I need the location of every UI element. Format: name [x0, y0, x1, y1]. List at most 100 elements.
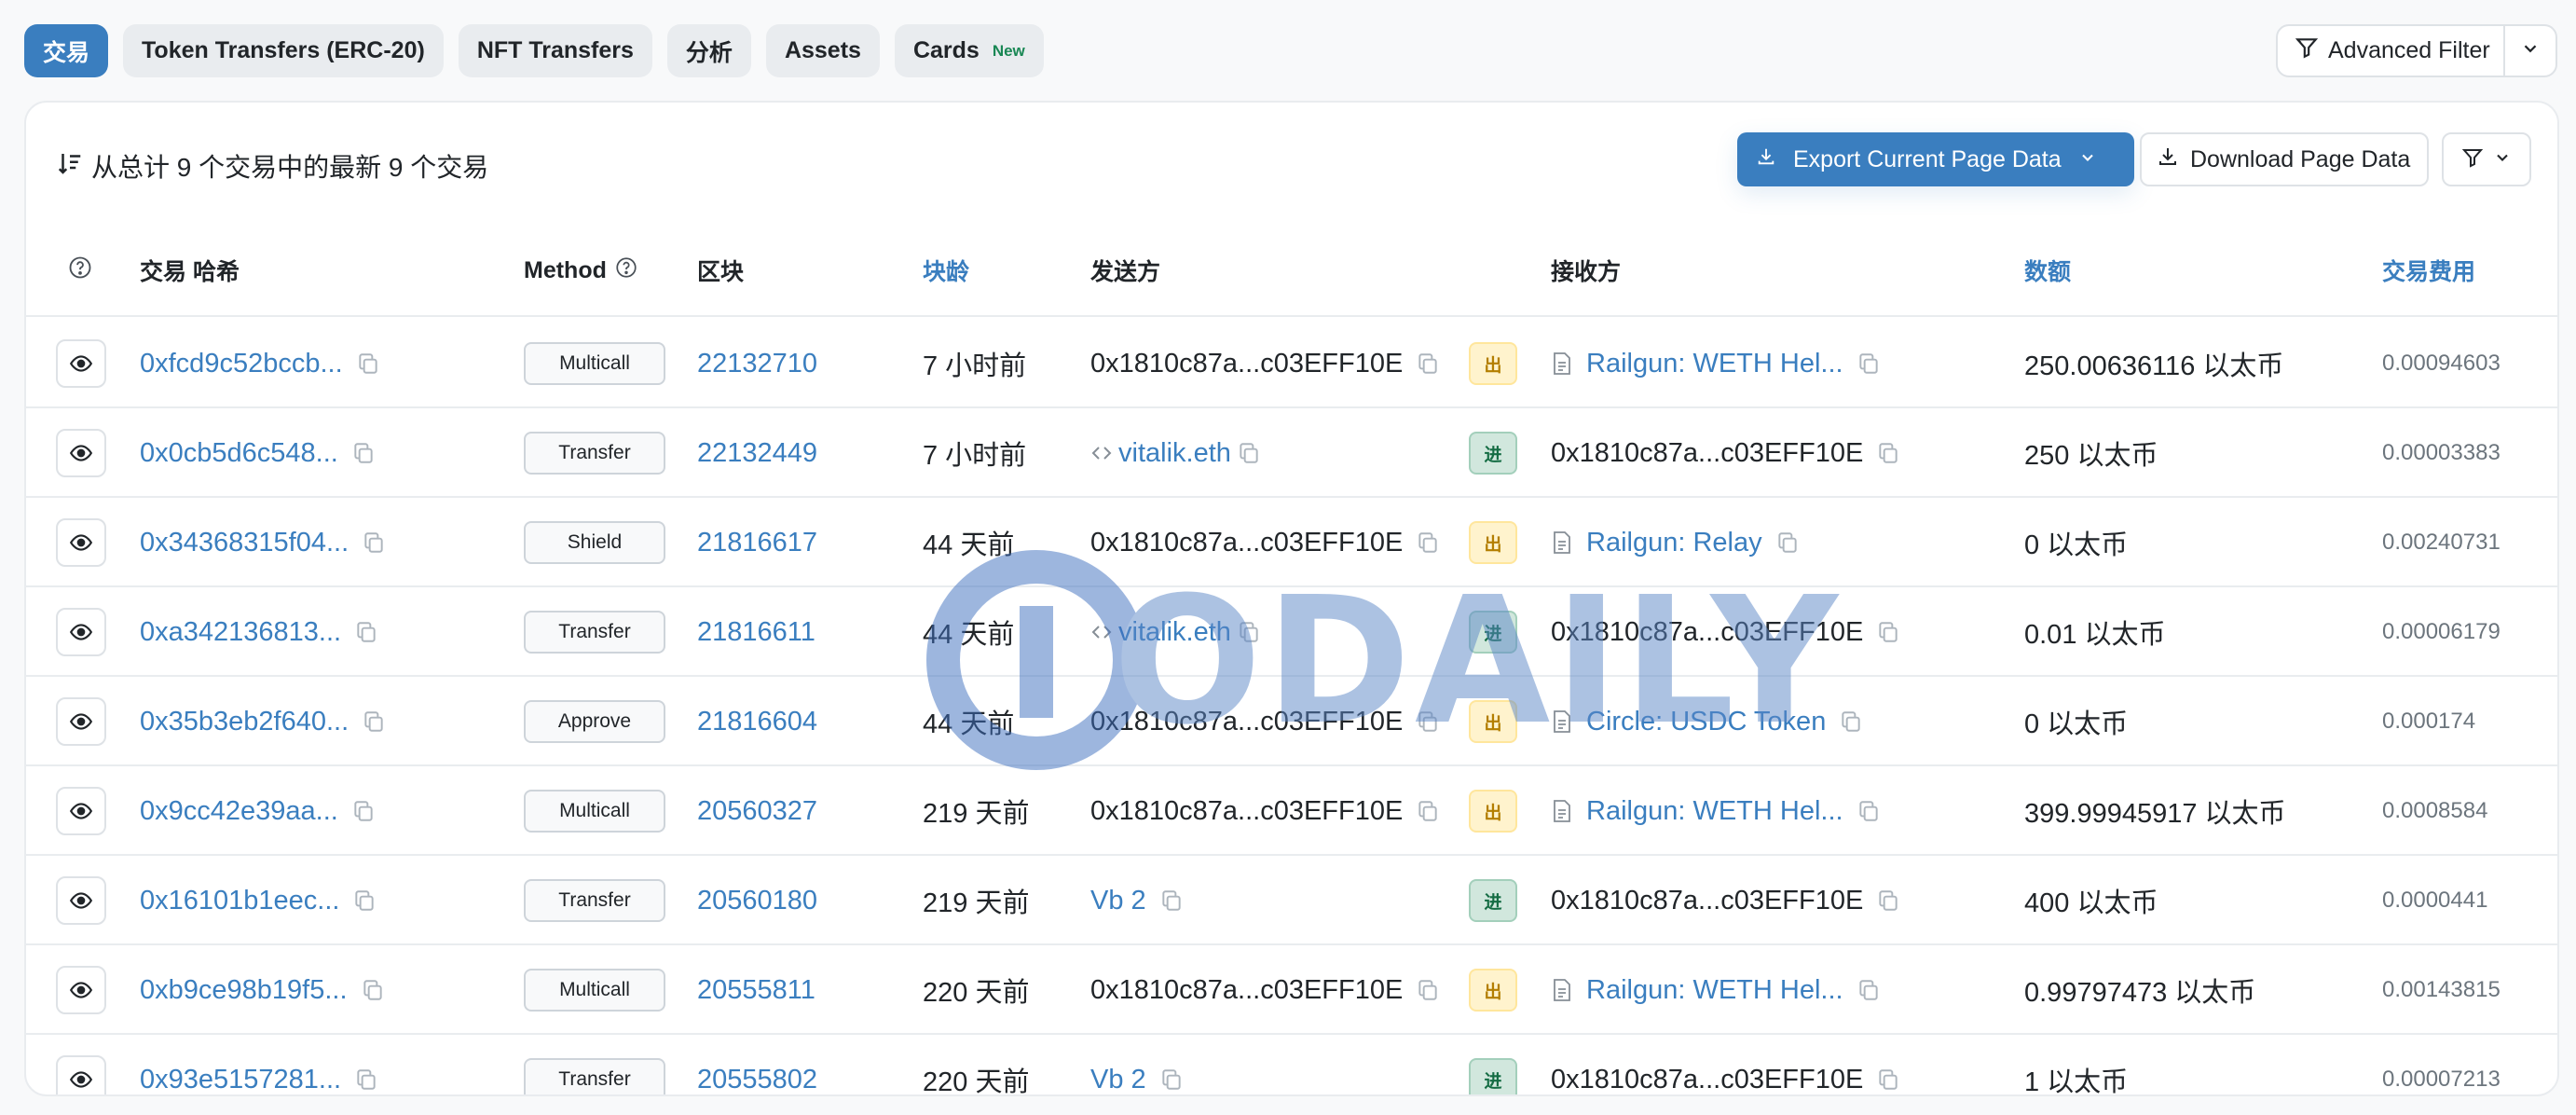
- copy-icon[interactable]: [1416, 530, 1440, 555]
- from-address-link[interactable]: Vb 2: [1090, 886, 1146, 916]
- copy-icon[interactable]: [351, 799, 376, 823]
- copy-icon[interactable]: [361, 978, 385, 1002]
- tx-hash-link[interactable]: 0xa342136813...: [140, 617, 341, 648]
- tx-hash-link[interactable]: 0xb9ce98b19f5...: [140, 975, 348, 1006]
- table-header: 交易 哈希 Method 区块 块龄 发送方 接收方 数额 交易费用: [26, 224, 2557, 317]
- copy-icon[interactable]: [352, 888, 377, 913]
- header-help[interactable]: [67, 224, 93, 317]
- header-age[interactable]: 块龄: [923, 224, 969, 317]
- copy-icon[interactable]: [1159, 888, 1184, 913]
- age-cell: 7 小时前: [923, 351, 1027, 381]
- from-address-link[interactable]: vitalik.eth: [1118, 438, 1231, 469]
- from-address-link[interactable]: 0x1810c87a...c03EFF10E: [1090, 528, 1403, 558]
- tx-hash-link[interactable]: 0xfcd9c52bccb...: [140, 349, 343, 379]
- copy-icon[interactable]: [1416, 351, 1440, 376]
- header-fee[interactable]: 交易费用: [2382, 224, 2475, 317]
- download-button[interactable]: Download Page Data: [2140, 132, 2429, 186]
- block-link[interactable]: 20555811: [697, 975, 815, 1006]
- to-address-link[interactable]: 0x1810c87a...c03EFF10E: [1551, 438, 1863, 469]
- tab-nft-transfers[interactable]: NFT Transfers: [458, 24, 652, 77]
- block-cell: 22132449: [697, 408, 817, 498]
- table-row: 0xfcd9c52bccb... Multicall 22132710 7 小时前 0x…: [26, 319, 2557, 408]
- copy-icon[interactable]: [1775, 530, 1800, 555]
- age-cell: 44 天前: [923, 620, 1015, 650]
- preview-button[interactable]: [56, 787, 106, 835]
- help-icon[interactable]: [614, 255, 638, 286]
- from-address-link[interactable]: 0x1810c87a...c03EFF10E: [1090, 975, 1403, 1006]
- tx-hash-link[interactable]: 0x34368315f04...: [140, 528, 349, 558]
- direction-cell: 进: [1469, 1035, 1517, 1094]
- block-link[interactable]: 22132449: [697, 438, 817, 469]
- tab-transactions[interactable]: 交易: [24, 24, 109, 77]
- age-cell: 219 天前: [923, 799, 1030, 829]
- preview-button[interactable]: [56, 697, 106, 746]
- preview-button[interactable]: [56, 339, 106, 388]
- advanced-filter-toggle[interactable]: [2505, 26, 2555, 76]
- copy-icon[interactable]: [1876, 441, 1900, 465]
- copy-icon[interactable]: [362, 530, 386, 555]
- copy-icon[interactable]: [1857, 799, 1881, 823]
- tx-hash-link[interactable]: 0x35b3eb2f640...: [140, 707, 349, 737]
- method-badge: Multicall: [524, 969, 665, 1012]
- to-address-link[interactable]: 0x1810c87a...c03EFF10E: [1551, 617, 1863, 648]
- from-address-link[interactable]: 0x1810c87a...c03EFF10E: [1090, 349, 1403, 379]
- block-link[interactable]: 21816604: [697, 707, 817, 737]
- copy-icon[interactable]: [1416, 799, 1440, 823]
- block-link[interactable]: 20560180: [697, 886, 817, 916]
- to-address-link[interactable]: 0x1810c87a...c03EFF10E: [1551, 1065, 1863, 1095]
- chevron-down-icon: [2493, 148, 2512, 172]
- from-address-link[interactable]: 0x1810c87a...c03EFF10E: [1090, 707, 1403, 737]
- preview-button[interactable]: [56, 966, 106, 1014]
- from-address-link[interactable]: 0x1810c87a...c03EFF10E: [1090, 796, 1403, 827]
- copy-icon[interactable]: [356, 351, 380, 376]
- preview-button[interactable]: [56, 518, 106, 567]
- block-link[interactable]: 21816617: [697, 528, 817, 558]
- advanced-filter-button[interactable]: Advanced Filter: [2278, 26, 2505, 76]
- copy-icon[interactable]: [1876, 888, 1900, 913]
- copy-icon[interactable]: [1839, 709, 1863, 734]
- preview-button[interactable]: [56, 429, 106, 477]
- summary-text: 从总计 9 个交易中的最新 9 个交易: [91, 153, 489, 182]
- copy-icon[interactable]: [1876, 620, 1900, 644]
- block-link[interactable]: 20555802: [697, 1065, 817, 1095]
- copy-icon[interactable]: [1857, 351, 1881, 376]
- preview-button[interactable]: [56, 608, 106, 656]
- copy-icon[interactable]: [1237, 441, 1261, 465]
- copy-icon[interactable]: [354, 1067, 378, 1092]
- to-address-link[interactable]: Railgun: WETH Hel...: [1586, 975, 1843, 1006]
- copy-icon[interactable]: [351, 441, 376, 465]
- copy-icon[interactable]: [1876, 1067, 1900, 1092]
- block-link[interactable]: 21816611: [697, 617, 815, 648]
- block-link[interactable]: 20560327: [697, 796, 817, 827]
- to-address-link[interactable]: Circle: USDC Token: [1586, 707, 1826, 737]
- from-address-link[interactable]: Vb 2: [1090, 1065, 1146, 1095]
- preview-button[interactable]: [56, 876, 106, 925]
- to-address-link[interactable]: 0x1810c87a...c03EFF10E: [1551, 886, 1863, 916]
- block-link[interactable]: 22132710: [697, 349, 817, 379]
- tab-assets[interactable]: Assets: [765, 24, 880, 77]
- to-address-link[interactable]: Railgun: WETH Hel...: [1586, 796, 1843, 827]
- tab-analytics[interactable]: 分析: [666, 24, 751, 77]
- to-address-link[interactable]: Railgun: WETH Hel...: [1586, 349, 1843, 379]
- copy-icon[interactable]: [1159, 1067, 1184, 1092]
- tx-hash-link[interactable]: 0x9cc42e39aa...: [140, 796, 338, 827]
- amount-cell: 250 以太币: [2024, 441, 2158, 471]
- tx-hash-link[interactable]: 0x0cb5d6c548...: [140, 438, 338, 469]
- copy-icon[interactable]: [1416, 709, 1440, 734]
- copy-icon[interactable]: [1416, 978, 1440, 1002]
- from-address-link[interactable]: vitalik.eth: [1118, 617, 1231, 648]
- tx-hash-link[interactable]: 0x93e5157281...: [140, 1065, 341, 1095]
- export-button[interactable]: Export Current Page Data: [1737, 132, 2134, 186]
- copy-icon[interactable]: [1237, 620, 1261, 644]
- tab-token-transfers[interactable]: Token Transfers (ERC-20): [123, 24, 444, 77]
- column-filter-button[interactable]: [2442, 132, 2531, 186]
- tab-cards[interactable]: Cards New: [894, 24, 1044, 77]
- preview-button[interactable]: [56, 1055, 106, 1094]
- copy-icon[interactable]: [354, 620, 378, 644]
- method-cell: Transfer: [524, 1035, 665, 1094]
- tx-hash-link[interactable]: 0x16101b1eec...: [140, 886, 339, 916]
- copy-icon[interactable]: [1857, 978, 1881, 1002]
- to-address-link[interactable]: Railgun: Relay: [1586, 528, 1762, 558]
- copy-icon[interactable]: [362, 709, 386, 734]
- header-amount[interactable]: 数额: [2024, 224, 2071, 317]
